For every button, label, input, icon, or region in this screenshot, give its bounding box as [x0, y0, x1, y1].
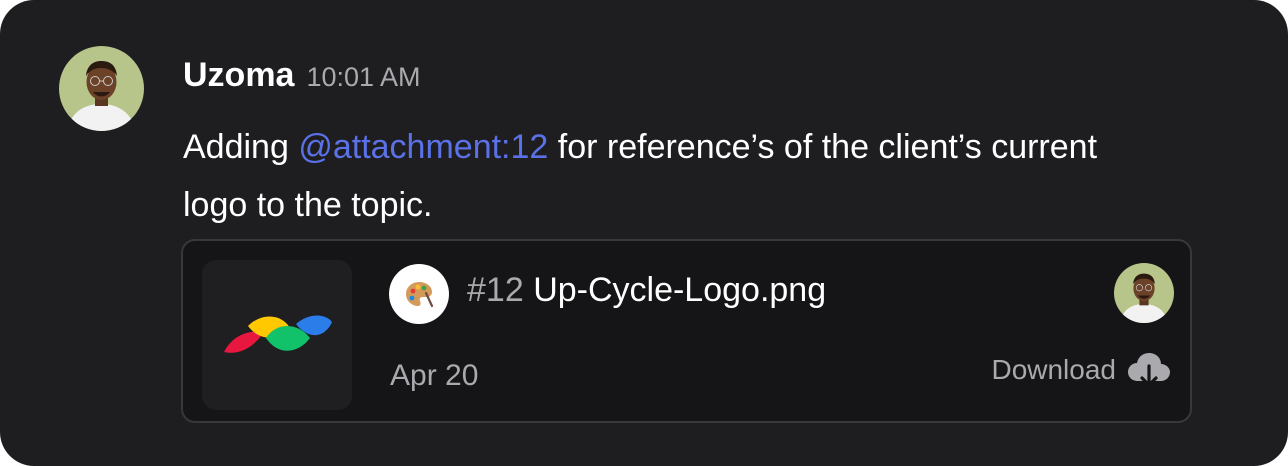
attachment-thumbnail[interactable]	[202, 260, 352, 410]
attachment-number: #12	[467, 271, 524, 309]
attachment-card[interactable]: #12 Up-Cycle-Logo.png Apr 20 Download	[181, 239, 1192, 423]
message-text-before: Adding	[183, 128, 299, 166]
attachment-file-name: Up-Cycle-Logo.png	[533, 271, 827, 309]
palette-icon	[389, 264, 449, 324]
message-body: Adding @attachment:12 for reference’s of…	[183, 118, 1143, 234]
attachment-title[interactable]: #12 Up-Cycle-Logo.png	[467, 271, 826, 310]
author-avatar[interactable]	[59, 46, 144, 131]
attachment-date: Apr 20	[390, 359, 479, 392]
uploader-avatar[interactable]	[1114, 263, 1174, 323]
message-card: Uzoma 10:01 AM Adding @attachment:12 for…	[0, 0, 1288, 466]
message-timestamp: 10:01 AM	[306, 62, 421, 92]
upcycle-logo-image	[224, 315, 332, 353]
cloud-download-icon	[1128, 353, 1170, 387]
attachment-mention-link[interactable]: @attachment:12	[298, 128, 548, 166]
download-label: Download	[991, 354, 1116, 385]
author-name[interactable]: Uzoma	[183, 56, 294, 95]
message-header: Uzoma 10:01 AM	[183, 56, 421, 95]
download-button[interactable]: Download	[991, 351, 1172, 389]
